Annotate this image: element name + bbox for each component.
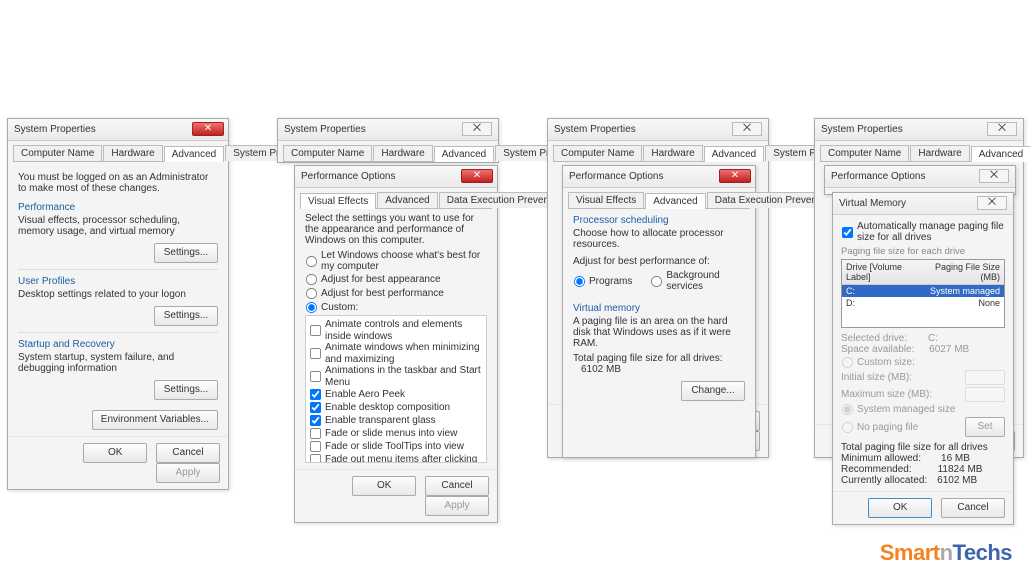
cancel-button[interactable]: Cancel: [425, 476, 489, 496]
performance-settings-button[interactable]: Settings...: [154, 243, 218, 263]
check-item[interactable]: [310, 415, 321, 426]
initial-size-input: [965, 370, 1005, 385]
window-titlebar[interactable]: System Properties ⨉: [548, 119, 768, 141]
check-item[interactable]: [310, 402, 321, 413]
check-item[interactable]: [310, 389, 321, 400]
window-title: Performance Options: [301, 171, 396, 182]
close-icon[interactable]: ⨉: [987, 122, 1017, 136]
adjust-label: Adjust for best performance of:: [573, 256, 745, 267]
intro-text: Select the settings you want to use for …: [305, 213, 487, 246]
tab-hardware[interactable]: Hardware: [103, 145, 162, 161]
close-icon[interactable]: ⨉: [977, 196, 1007, 210]
tab-advanced[interactable]: Advanced: [971, 146, 1030, 162]
radio-let-windows[interactable]: [306, 255, 317, 266]
window-title: Performance Options: [831, 171, 926, 182]
close-icon[interactable]: ✕: [192, 122, 224, 136]
total-pf-label: Total paging file size for all drives:: [573, 353, 723, 364]
radio-programs[interactable]: [574, 275, 585, 286]
pf-each-label: Paging file size for each drive: [841, 246, 1005, 257]
tab-advanced[interactable]: Advanced: [377, 192, 437, 208]
tab-advanced[interactable]: Advanced: [164, 146, 224, 162]
radio-custom-size: [842, 357, 853, 368]
close-icon[interactable]: ⨉: [732, 122, 762, 136]
check-auto-manage[interactable]: [842, 226, 853, 237]
tab-hardware[interactable]: Hardware: [643, 145, 702, 161]
window-titlebar[interactable]: Performance Options ⨉: [825, 166, 1015, 188]
proc-scheduling-desc: Choose how to allocate processor resourc…: [573, 228, 745, 250]
ok-button[interactable]: OK: [352, 476, 416, 496]
window-titlebar[interactable]: System Properties ⨉: [278, 119, 498, 141]
tab-hardware[interactable]: Hardware: [910, 145, 969, 161]
window-title: System Properties: [554, 124, 636, 135]
ok-button[interactable]: OK: [868, 498, 932, 518]
ok-button[interactable]: OK: [83, 443, 147, 463]
tab-computer-name[interactable]: Computer Name: [553, 145, 642, 161]
window-title: Performance Options: [569, 171, 664, 182]
check-item[interactable]: [310, 454, 321, 463]
drive-list[interactable]: Drive [Volume Label]Paging File Size (MB…: [841, 259, 1005, 328]
env-variables-button[interactable]: Environment Variables...: [92, 410, 218, 430]
window-titlebar[interactable]: System Properties ⨉: [815, 119, 1023, 141]
tab-computer-name[interactable]: Computer Name: [13, 145, 102, 161]
check-item[interactable]: [310, 428, 321, 439]
change-button[interactable]: Change...: [681, 381, 745, 401]
user-profiles-desc: Desktop settings related to your logon: [18, 289, 218, 300]
check-item[interactable]: [310, 371, 321, 382]
cancel-button[interactable]: Cancel: [941, 498, 1005, 518]
window-titlebar[interactable]: Performance Options ✕: [563, 166, 755, 188]
radio-no-paging: [842, 421, 853, 432]
group-user-profiles: User Profiles: [18, 276, 218, 287]
drive-row: C:System managed: [842, 285, 1004, 297]
user-profiles-settings-button[interactable]: Settings...: [154, 306, 218, 326]
vm-desc: A paging file is an area on the hard dis…: [573, 316, 745, 349]
radio-best-appearance[interactable]: [306, 274, 317, 285]
cancel-button[interactable]: Cancel: [156, 443, 220, 463]
window-titlebar[interactable]: Performance Options ✕: [295, 166, 497, 188]
startup-settings-button[interactable]: Settings...: [154, 380, 218, 400]
window-title: System Properties: [821, 124, 903, 135]
apply-button[interactable]: Apply: [425, 496, 489, 516]
total-pf-title: Total paging file size for all drives: [841, 442, 1005, 453]
group-performance: Performance: [18, 202, 218, 213]
close-icon[interactable]: ✕: [719, 169, 751, 183]
brand-logo: SmartnTechs: [880, 540, 1012, 566]
tab-computer-name[interactable]: Computer Name: [283, 145, 372, 161]
admin-note: You must be logged on as an Administrato…: [18, 172, 218, 194]
radio-custom[interactable]: [306, 302, 317, 313]
tab-advanced[interactable]: Advanced: [434, 146, 494, 162]
system-properties-tabs: Computer Name Hardware Advanced System P…: [13, 145, 223, 162]
close-icon[interactable]: ⨉: [462, 122, 492, 136]
performance-desc: Visual effects, processor scheduling, me…: [18, 215, 218, 237]
total-pf-value: 6102 MB: [581, 364, 621, 375]
window-title: Virtual Memory: [839, 198, 906, 209]
startup-recovery-desc: System startup, system failure, and debu…: [18, 352, 218, 374]
check-item[interactable]: [310, 348, 321, 359]
close-icon[interactable]: ⨉: [979, 169, 1009, 183]
check-item[interactable]: [310, 441, 321, 452]
set-button: Set: [965, 417, 1005, 437]
apply-button[interactable]: Apply: [156, 463, 220, 483]
tab-advanced[interactable]: Advanced: [704, 146, 764, 162]
group-proc-scheduling: Processor scheduling: [573, 215, 745, 226]
close-icon[interactable]: ✕: [461, 169, 493, 183]
tab-hardware[interactable]: Hardware: [373, 145, 432, 161]
radio-best-performance[interactable]: [306, 288, 317, 299]
max-size-input: [965, 387, 1005, 402]
window-titlebar[interactable]: Virtual Memory ⨉: [833, 193, 1013, 215]
radio-system-managed: [842, 404, 853, 415]
radio-bg-services[interactable]: [651, 275, 662, 286]
window-title: System Properties: [284, 124, 366, 135]
tab-visual-effects[interactable]: Visual Effects: [300, 193, 376, 209]
window-titlebar[interactable]: System Properties ✕: [8, 119, 228, 141]
group-startup-recovery: Startup and Recovery: [18, 339, 218, 350]
tab-visual-effects[interactable]: Visual Effects: [568, 192, 644, 208]
group-virtual-memory: Virtual memory: [573, 303, 745, 314]
tab-computer-name[interactable]: Computer Name: [820, 145, 909, 161]
visual-effects-list[interactable]: Animate controls and elements inside win…: [305, 315, 487, 463]
tab-advanced[interactable]: Advanced: [645, 193, 705, 209]
window-title: System Properties: [14, 124, 96, 135]
check-item[interactable]: [310, 325, 321, 336]
drive-row: D:None: [842, 297, 1004, 309]
